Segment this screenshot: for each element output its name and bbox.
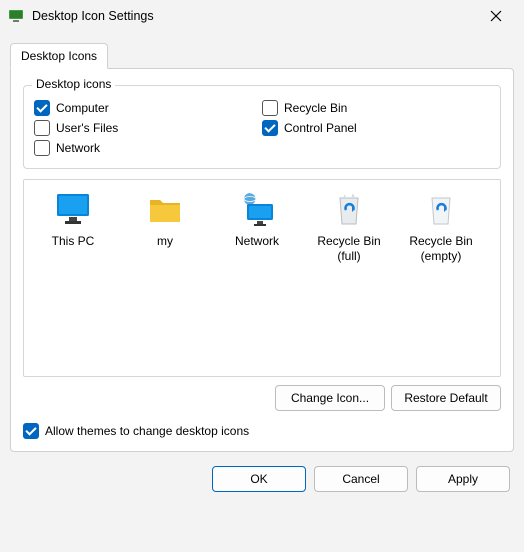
checkbox-recycle-bin[interactable]: Recycle Bin bbox=[262, 100, 490, 116]
icon-preview: This PC my Network Recycle Bin (full) bbox=[23, 179, 501, 377]
ok-button[interactable]: OK bbox=[212, 466, 306, 492]
preview-item-recycle-empty[interactable]: Recycle Bin (empty) bbox=[396, 190, 486, 264]
checkbox-allow-themes[interactable]: Allow themes to change desktop icons bbox=[23, 423, 501, 439]
desktop-icons-group: Desktop icons Computer User's Files Netw… bbox=[23, 85, 501, 169]
checkbox-icon bbox=[23, 423, 39, 439]
preview-label: my bbox=[157, 234, 173, 249]
preview-label: This PC bbox=[52, 234, 95, 249]
preview-label: Recycle Bin (full) bbox=[304, 234, 394, 264]
network-icon bbox=[237, 190, 277, 228]
checkbox-icon bbox=[34, 100, 50, 116]
preview-item-recycle-full[interactable]: Recycle Bin (full) bbox=[304, 190, 394, 264]
preview-label: Recycle Bin (empty) bbox=[396, 234, 486, 264]
apply-button[interactable]: Apply bbox=[416, 466, 510, 492]
preview-label: Network bbox=[235, 234, 279, 249]
restore-default-button[interactable]: Restore Default bbox=[391, 385, 501, 411]
checkbox-users-files[interactable]: User's Files bbox=[34, 120, 262, 136]
checkbox-network[interactable]: Network bbox=[34, 140, 262, 156]
checkbox-icon bbox=[34, 140, 50, 156]
dialog-footer: OK Cancel Apply bbox=[0, 452, 524, 506]
checkbox-icon bbox=[262, 100, 278, 116]
preview-item-this-pc[interactable]: This PC bbox=[28, 190, 118, 249]
checkbox-label: User's Files bbox=[56, 121, 118, 135]
preview-item-my[interactable]: my bbox=[120, 190, 210, 249]
checkbox-control-panel[interactable]: Control Panel bbox=[262, 120, 490, 136]
group-legend: Desktop icons bbox=[32, 77, 115, 91]
checkbox-label: Allow themes to change desktop icons bbox=[45, 424, 249, 438]
close-icon bbox=[490, 10, 502, 22]
folder-icon bbox=[145, 190, 185, 228]
cancel-button[interactable]: Cancel bbox=[314, 466, 408, 492]
recycle-bin-full-icon bbox=[329, 190, 369, 228]
checkbox-icon bbox=[34, 120, 50, 136]
close-button[interactable] bbox=[476, 2, 516, 30]
tab-desktop-icons[interactable]: Desktop Icons bbox=[10, 43, 108, 69]
recycle-bin-empty-icon bbox=[421, 190, 461, 228]
checkbox-label: Network bbox=[56, 141, 100, 155]
checkbox-computer[interactable]: Computer bbox=[34, 100, 262, 116]
titlebar: Desktop Icon Settings bbox=[0, 0, 524, 32]
checkbox-label: Computer bbox=[56, 101, 109, 115]
tab-strip: Desktop Icons bbox=[10, 42, 514, 68]
checkbox-label: Recycle Bin bbox=[284, 101, 347, 115]
preview-item-network[interactable]: Network bbox=[212, 190, 302, 249]
monitor-icon bbox=[53, 190, 93, 228]
app-icon bbox=[8, 8, 24, 24]
checkbox-label: Control Panel bbox=[284, 121, 357, 135]
tab-panel: Desktop icons Computer User's Files Netw… bbox=[10, 68, 514, 452]
window-title: Desktop Icon Settings bbox=[32, 9, 476, 23]
checkbox-icon bbox=[262, 120, 278, 136]
change-icon-button[interactable]: Change Icon... bbox=[275, 385, 385, 411]
